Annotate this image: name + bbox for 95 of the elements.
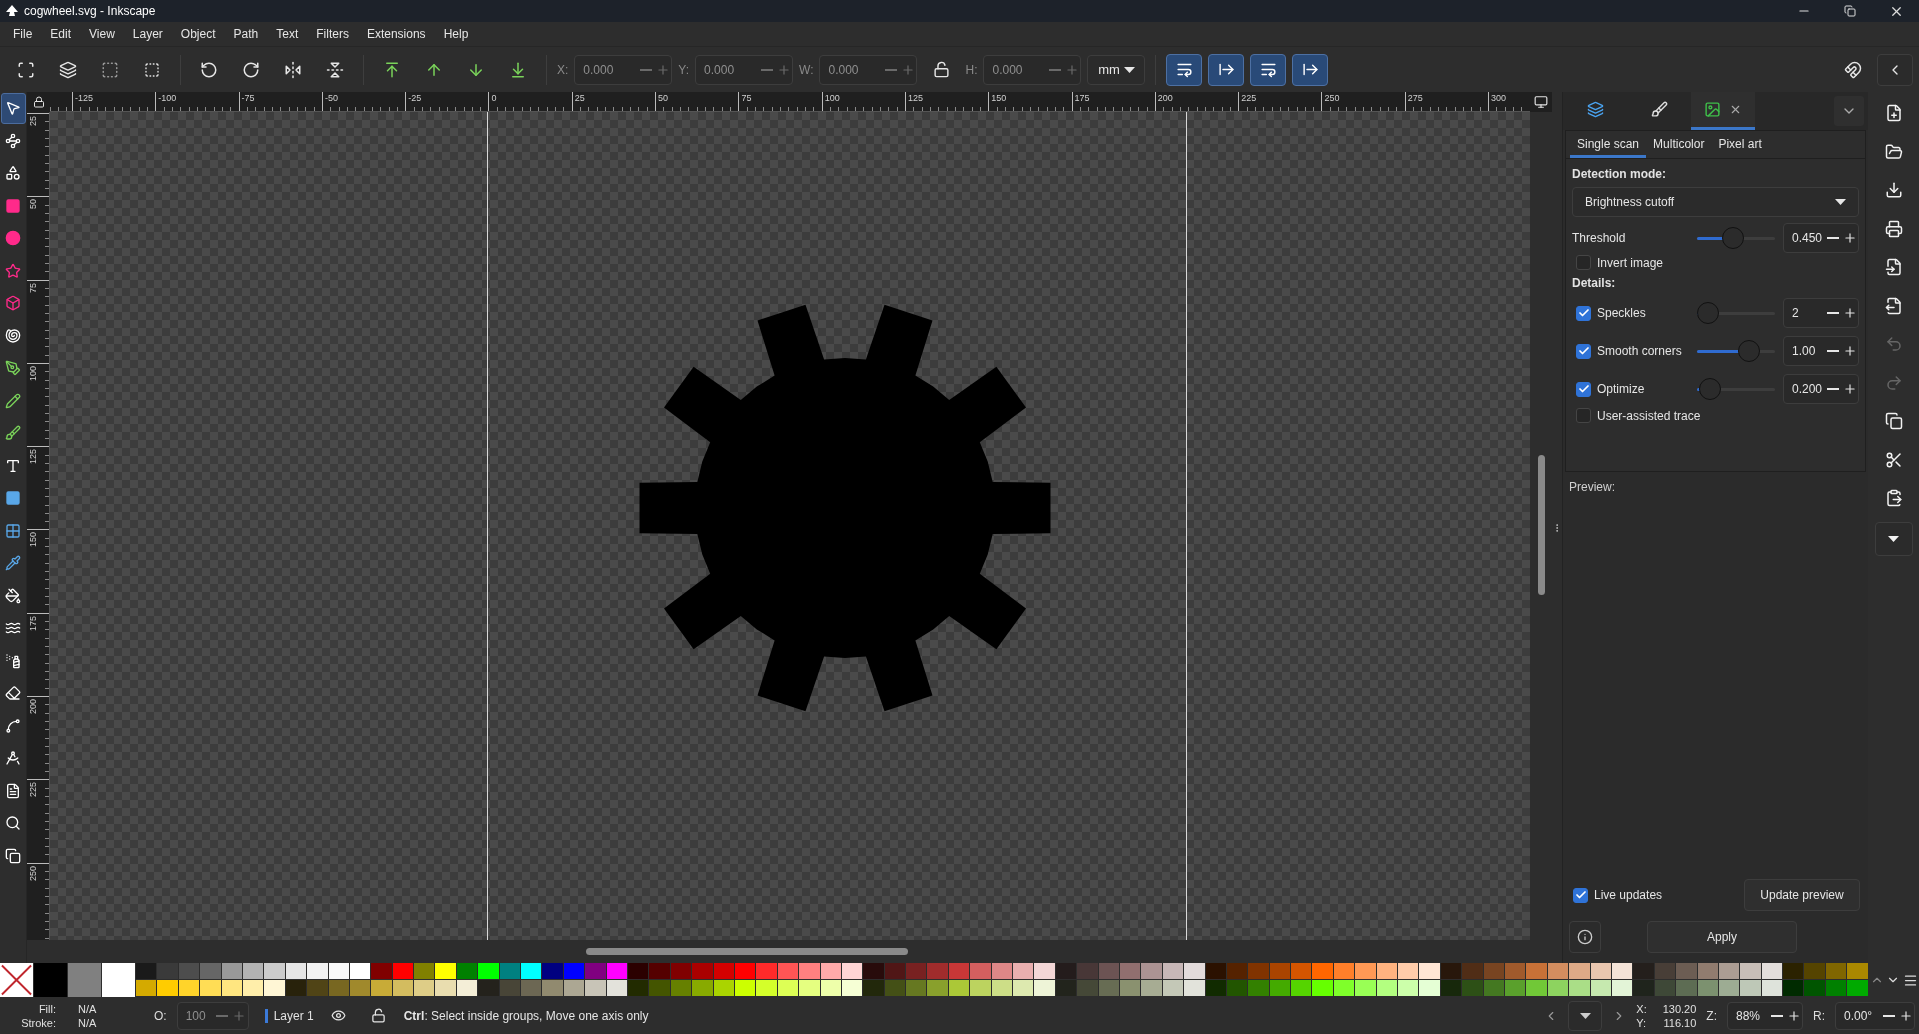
number-input[interactable]: 0.200 [1784,381,1824,397]
number-input[interactable]: 0.000 [575,61,638,78]
checkbox-label: Optimize [1597,382,1645,396]
ruler-label: 150 [990,92,1007,104]
coordinate-label: Y: [1636,1016,1648,1029]
ruler-label: -75 [240,92,255,104]
layer-name[interactable]: Layer 1 [264,1008,314,1023]
option-label: Threshold [1572,231,1627,245]
ruler-label: 0 [490,92,497,104]
field-label: W: [799,62,814,77]
mode-tab[interactable]: Multicolor [1646,131,1712,158]
ruler-label: -25 [407,92,422,104]
number-field[interactable]: 0.000 [983,54,1082,85]
ruler-label: 75 [28,282,38,293]
ruler-label: 200 [28,699,38,715]
section-label: Details: [1572,276,1617,290]
checkbox-label: User-assisted trace [1597,408,1701,423]
stroke-label: Stroke: [20,1016,56,1029]
number-field[interactable]: 0.200 [1783,374,1859,404]
apply-button[interactable]: Apply [1647,921,1797,953]
checkbox-label: Live updates [1594,888,1663,902]
number-input[interactable]: 88% [1728,1007,1768,1024]
checkbox-label: Smooth corners [1597,344,1682,358]
unit-dropdown[interactable]: mm [1087,54,1146,85]
number-field[interactable]: 0.450 [1783,223,1859,253]
window-title: cogwheel.svg - Inkscape [24,4,157,18]
ruler-label: 150 [28,532,38,548]
field-label: H: [965,62,978,77]
zoom-label: Z: [1706,1008,1717,1023]
number-input[interactable]: 0.000 [696,61,759,78]
number-field[interactable]: 0.000 [574,54,673,85]
ruler-label: 300 [1490,92,1507,104]
ruler-label: 250 [1323,92,1340,104]
menu-item[interactable]: View [80,27,124,41]
ruler-label: 225 [28,782,38,798]
update-preview-button[interactable]: Update preview [1744,879,1860,911]
coordinate-value: 116.10 [1662,1016,1697,1029]
number-field[interactable]: 0.000 [819,54,918,85]
fill-label: Fill: [37,1002,56,1015]
menu-item[interactable]: Object [171,27,225,41]
opacity-field[interactable]: 100 [176,1001,249,1030]
menu-item[interactable]: Help [434,27,478,41]
number-input[interactable]: 0.00° [1836,1007,1880,1024]
coordinate-value: 130.20 [1661,1002,1697,1015]
checkbox-label: Speckles [1597,306,1646,320]
menu-item[interactable]: Extensions [357,27,435,41]
number-input[interactable]: 0.000 [984,61,1047,78]
ruler-label: 175 [28,615,38,631]
ruler-label: -125 [74,92,93,104]
checkbox-label: Invert image [1597,255,1664,270]
ruler-label: 50 [28,199,38,210]
ruler-label: 75 [740,92,752,104]
number-input[interactable]: 100 [177,1007,214,1024]
ruler-label: 25 [573,92,585,104]
field-label: Y: [678,62,690,77]
ruler-label: -50 [323,92,338,104]
number-input[interactable]: 2 [1784,305,1824,321]
field-label: X: [557,62,569,77]
number-input[interactable]: 0.450 [1784,230,1824,246]
number-field[interactable]: 0.000 [695,54,794,85]
ruler-label: 250 [28,865,38,881]
ruler-label: 25 [28,116,38,126]
section-label: Detection mode: [1572,167,1667,181]
number-input[interactable]: 1.00 [1784,343,1824,359]
preview-label: Preview: [1569,480,1616,494]
menu-item[interactable]: Layer [123,27,172,41]
ruler-label: -100 [157,92,177,104]
mode-tab[interactable]: Pixel art [1711,131,1769,158]
detection-dropdown[interactable]: Brightness cutoff [1572,187,1859,217]
number-input[interactable]: 0.000 [820,61,883,78]
ruler-label: 225 [1240,92,1257,104]
status-message: Ctrl: Select inside groups, Move one axis only [403,1008,650,1023]
ruler-label: 50 [657,92,669,104]
opacity-label: O: [154,1008,167,1023]
ruler-label: 100 [823,92,840,104]
mode-tab[interactable]: Single scan [1570,131,1647,158]
ruler-label: 125 [28,449,38,465]
coordinate-label: X: [1636,1002,1648,1015]
ruler-label: 200 [1156,92,1173,104]
number-field[interactable]: 1.00 [1783,336,1859,366]
rotation-label: R: [1813,1008,1825,1023]
zoom-field[interactable]: 88% [1727,1001,1803,1030]
stroke-value: N/A [77,1016,96,1029]
ruler-label: 275 [1406,92,1423,104]
menu-item[interactable]: File [4,27,42,41]
ruler-label: 125 [906,92,923,104]
menu-item[interactable]: Text [267,27,308,41]
menu-item[interactable]: Edit [41,27,81,41]
menu-item[interactable]: Filters [307,27,358,41]
menu-item[interactable]: Path [224,27,268,41]
number-field[interactable]: 2 [1783,298,1859,328]
rotation-field[interactable]: 0.00° [1835,1001,1915,1030]
ruler-label: 175 [1073,92,1090,104]
ruler-label: 100 [28,365,38,381]
fill-value: N/A [77,1002,96,1015]
